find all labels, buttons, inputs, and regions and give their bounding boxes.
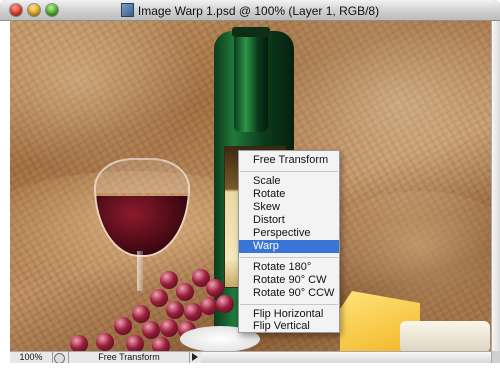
bottle-neck: [234, 27, 268, 132]
menu-separator: [240, 257, 338, 258]
wine-glass: [94, 158, 190, 257]
menu-item-rotate-90-cw[interactable]: Rotate 90° CW: [239, 274, 339, 287]
grape: [216, 295, 234, 313]
brie-cheese: [400, 321, 490, 351]
menu-separator: [240, 171, 338, 172]
menu-item-perspective[interactable]: Perspective: [239, 227, 339, 240]
document-window: Image Warp 1.psd @ 100% (Layer 1, RGB/8): [0, 0, 500, 378]
menu-item-skew[interactable]: Skew: [239, 201, 339, 214]
grape: [70, 335, 88, 351]
red-wine: [96, 196, 188, 255]
horizontal-scrollbar[interactable]: [202, 352, 491, 363]
grape: [142, 321, 160, 339]
resize-grip[interactable]: [491, 351, 500, 363]
status-info-text: Free Transform: [68, 352, 190, 363]
menu-item-warp[interactable]: Warp: [239, 240, 339, 253]
title-bar[interactable]: Image Warp 1.psd @ 100% (Layer 1, RGB/8): [0, 0, 500, 21]
grape: [132, 305, 150, 323]
menu-item-free-transform[interactable]: Free Transform: [239, 154, 339, 167]
bottom-margin: [0, 363, 500, 378]
left-margin: [0, 21, 10, 363]
zoom-level-field[interactable]: 100%: [10, 352, 53, 363]
grape: [114, 317, 132, 335]
status-menu-arrow-icon[interactable]: [192, 353, 198, 361]
grape: [150, 289, 168, 307]
grape: [166, 301, 184, 319]
menu-item-rotate-180[interactable]: Rotate 180°: [239, 261, 339, 274]
menu-item-distort[interactable]: Distort: [239, 214, 339, 227]
grape: [126, 335, 144, 351]
transform-context-menu[interactable]: Free Transform Scale Rotate Skew Distort…: [238, 150, 340, 333]
menu-separator: [240, 304, 338, 305]
window-title: Image Warp 1.psd @ 100% (Layer 1, RGB/8): [137, 4, 380, 18]
grape: [160, 271, 178, 289]
menu-item-scale[interactable]: Scale: [239, 175, 339, 188]
grape: [206, 279, 224, 297]
menu-item-flip-vertical[interactable]: Flip Vertical: [239, 321, 339, 332]
wine-glass-stem: [137, 251, 143, 291]
grape: [176, 283, 194, 301]
grape: [152, 337, 170, 351]
menu-item-rotate[interactable]: Rotate: [239, 188, 339, 201]
window-title-wrap: Image Warp 1.psd @ 100% (Layer 1, RGB/8): [0, 3, 500, 18]
vertical-scrollbar[interactable]: [491, 21, 500, 351]
grape: [160, 319, 178, 337]
status-bar: 100% Free Transform: [10, 351, 491, 364]
bottle-cap: [232, 27, 270, 37]
grape: [96, 333, 114, 351]
menu-item-rotate-90-ccw[interactable]: Rotate 90° CCW: [239, 287, 339, 300]
document-icon: [120, 3, 134, 17]
